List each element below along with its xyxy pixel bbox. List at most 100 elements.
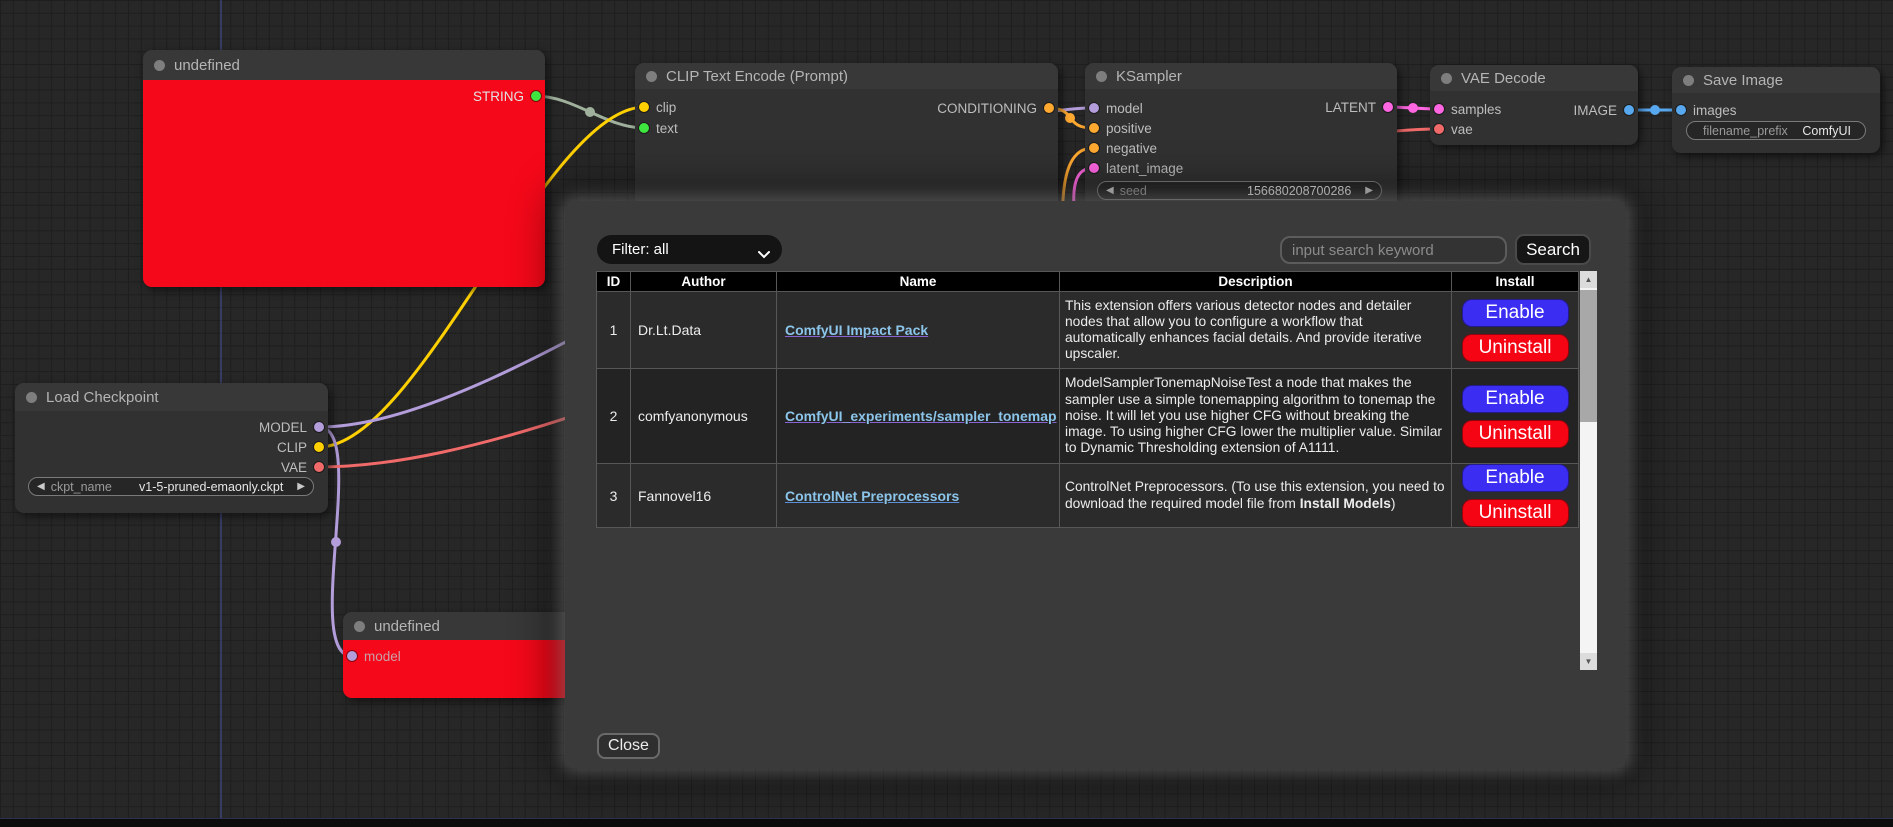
decrement-arrow-icon[interactable]: ◀ xyxy=(1106,186,1114,196)
node-save-image[interactable]: Save Image images filename_prefix ComfyU… xyxy=(1672,67,1880,153)
link-midpoint-dot[interactable] xyxy=(331,537,341,547)
node-title: undefined xyxy=(374,618,440,635)
increment-arrow-icon[interactable]: ▶ xyxy=(1365,186,1373,196)
node-load-checkpoint[interactable]: Load Checkpoint MODEL CLIP VAE ◀ ckpt_na… xyxy=(15,383,328,513)
extension-link[interactable]: ComfyUI_experiments/sampler_tonemap xyxy=(785,408,1057,424)
collapse-dot-icon[interactable] xyxy=(1096,71,1107,82)
extension-link[interactable]: ComfyUI Impact Pack xyxy=(785,322,928,338)
slot-label: CLIP xyxy=(277,440,307,455)
column-header-author: Author xyxy=(631,272,777,292)
input-slot-model[interactable] xyxy=(347,651,357,661)
table-scrollbar[interactable]: ▲ ▼ xyxy=(1580,271,1597,670)
cell-description: This extension offers various detector n… xyxy=(1060,292,1452,369)
column-header-install: Install xyxy=(1452,272,1579,292)
slot-label: model xyxy=(364,649,401,664)
link-midpoint-dot[interactable] xyxy=(585,107,595,117)
input-slot-model[interactable] xyxy=(1089,103,1099,113)
input-slot-negative[interactable] xyxy=(1089,143,1099,153)
output-slot-string[interactable] xyxy=(531,91,541,101)
enable-button[interactable]: Enable xyxy=(1462,464,1569,492)
link-midpoint-dot[interactable] xyxy=(1650,105,1660,115)
input-slot-latent-image[interactable] xyxy=(1089,163,1099,173)
slot-label: IMAGE xyxy=(1573,103,1617,118)
extension-row: 1Dr.Lt.DataComfyUI Impact PackThis exten… xyxy=(597,292,1579,369)
scroll-down-icon[interactable]: ▼ xyxy=(1580,653,1597,670)
widget-label: seed xyxy=(1120,184,1147,198)
collapse-dot-icon[interactable] xyxy=(154,60,165,71)
node-title: CLIP Text Encode (Prompt) xyxy=(666,68,848,85)
cell-author: Fannovel16 xyxy=(631,464,777,528)
slot-label: STRING xyxy=(473,89,524,104)
slot-label: latent_image xyxy=(1106,161,1183,176)
table-header-row: ID Author Name Description Install xyxy=(597,272,1579,292)
collapse-dot-icon[interactable] xyxy=(354,621,365,632)
link-midpoint-dot[interactable] xyxy=(1065,113,1075,123)
node-header[interactable]: VAE Decode xyxy=(1430,65,1638,91)
input-slot-text[interactable] xyxy=(639,123,649,133)
output-slot-clip[interactable] xyxy=(314,442,324,452)
output-slot-image[interactable] xyxy=(1624,105,1634,115)
slot-label: clip xyxy=(656,100,676,115)
output-slot-conditioning[interactable] xyxy=(1044,103,1054,113)
node-header[interactable]: KSampler xyxy=(1085,63,1397,89)
node-undefined-top[interactable]: undefined STRING xyxy=(143,50,545,287)
collapse-dot-icon[interactable] xyxy=(26,392,37,403)
cell-name: ControlNet Preprocessors xyxy=(777,464,1060,528)
search-button[interactable]: Search xyxy=(1515,234,1591,265)
node-header[interactable]: undefined xyxy=(143,50,545,80)
cell-author: comfyanonymous xyxy=(631,369,777,464)
filename-prefix-widget[interactable]: filename_prefix ComfyUI xyxy=(1686,121,1866,140)
input-slot-vae[interactable] xyxy=(1434,124,1444,134)
description-text: ) xyxy=(1391,496,1396,511)
uninstall-button[interactable]: Uninstall xyxy=(1462,420,1569,448)
cell-description: ControlNet Preprocessors. (To use this e… xyxy=(1060,464,1452,528)
scroll-up-icon[interactable]: ▲ xyxy=(1580,271,1597,288)
node-header[interactable]: Load Checkpoint xyxy=(15,383,328,411)
output-slot-model[interactable] xyxy=(314,422,324,432)
output-slot-latent[interactable] xyxy=(1383,102,1393,112)
collapse-dot-icon[interactable] xyxy=(1683,75,1694,86)
node-vae-decode[interactable]: VAE Decode samples vae IMAGE xyxy=(1430,65,1638,145)
extension-row: 3Fannovel16ControlNet PreprocessorsContr… xyxy=(597,464,1579,528)
link-midpoint-dot[interactable] xyxy=(1408,103,1418,113)
slot-label: vae xyxy=(1451,122,1473,137)
output-slot-vae[interactable] xyxy=(314,462,324,472)
column-header-name: Name xyxy=(777,272,1060,292)
custom-nodes-manager-dialog: Filter: all Search ID Author Name xyxy=(565,201,1626,768)
enable-button[interactable]: Enable xyxy=(1462,385,1569,413)
cell-id: 2 xyxy=(597,369,631,464)
filter-select[interactable]: Filter: all xyxy=(597,235,782,264)
slot-label: images xyxy=(1693,103,1737,118)
input-slot-clip[interactable] xyxy=(639,102,649,112)
seed-widget[interactable]: ◀ seed 156680208700286 ▶ xyxy=(1097,181,1382,200)
enable-button[interactable]: Enable xyxy=(1462,299,1569,327)
node-header[interactable]: Save Image xyxy=(1672,67,1880,93)
canvas-bottom-edge xyxy=(0,818,1893,827)
widget-label: filename_prefix xyxy=(1703,124,1788,138)
cell-description: ModelSamplerTonemapNoiseTest a node that… xyxy=(1060,369,1452,464)
input-slot-images[interactable] xyxy=(1676,105,1686,115)
uninstall-button[interactable]: Uninstall xyxy=(1462,499,1569,527)
extensions-table: ID Author Name Description Install 1Dr.L… xyxy=(596,271,1579,528)
description-bold-text: Install Models xyxy=(1300,496,1391,511)
collapse-dot-icon[interactable] xyxy=(646,71,657,82)
slot-label: MODEL xyxy=(259,420,307,435)
widget-value: ComfyUI xyxy=(1802,124,1851,138)
input-slot-positive[interactable] xyxy=(1089,123,1099,133)
close-button[interactable]: Close xyxy=(597,733,660,759)
slot-label: text xyxy=(656,121,678,136)
widget-value: v1-5-pruned-emaonly.ckpt xyxy=(139,480,283,494)
extension-link[interactable]: ControlNet Preprocessors xyxy=(785,488,959,504)
search-input[interactable] xyxy=(1280,236,1507,264)
input-slot-samples[interactable] xyxy=(1434,104,1444,114)
increment-arrow-icon[interactable]: ▶ xyxy=(297,482,305,492)
decrement-arrow-icon[interactable]: ◀ xyxy=(37,482,45,492)
scrollbar-thumb[interactable] xyxy=(1580,290,1597,422)
collapse-dot-icon[interactable] xyxy=(1441,73,1452,84)
node-header[interactable]: CLIP Text Encode (Prompt) xyxy=(635,63,1058,89)
uninstall-button[interactable]: Uninstall xyxy=(1462,334,1569,362)
slot-label: LATENT xyxy=(1325,100,1376,115)
node-graph-canvas[interactable]: undefined STRING CLIP Text Encode (Promp… xyxy=(0,0,1893,827)
description-text: This extension offers various detector n… xyxy=(1065,298,1422,362)
ckpt-name-widget[interactable]: ◀ ckpt_name v1-5-pruned-emaonly.ckpt ▶ xyxy=(28,477,314,496)
